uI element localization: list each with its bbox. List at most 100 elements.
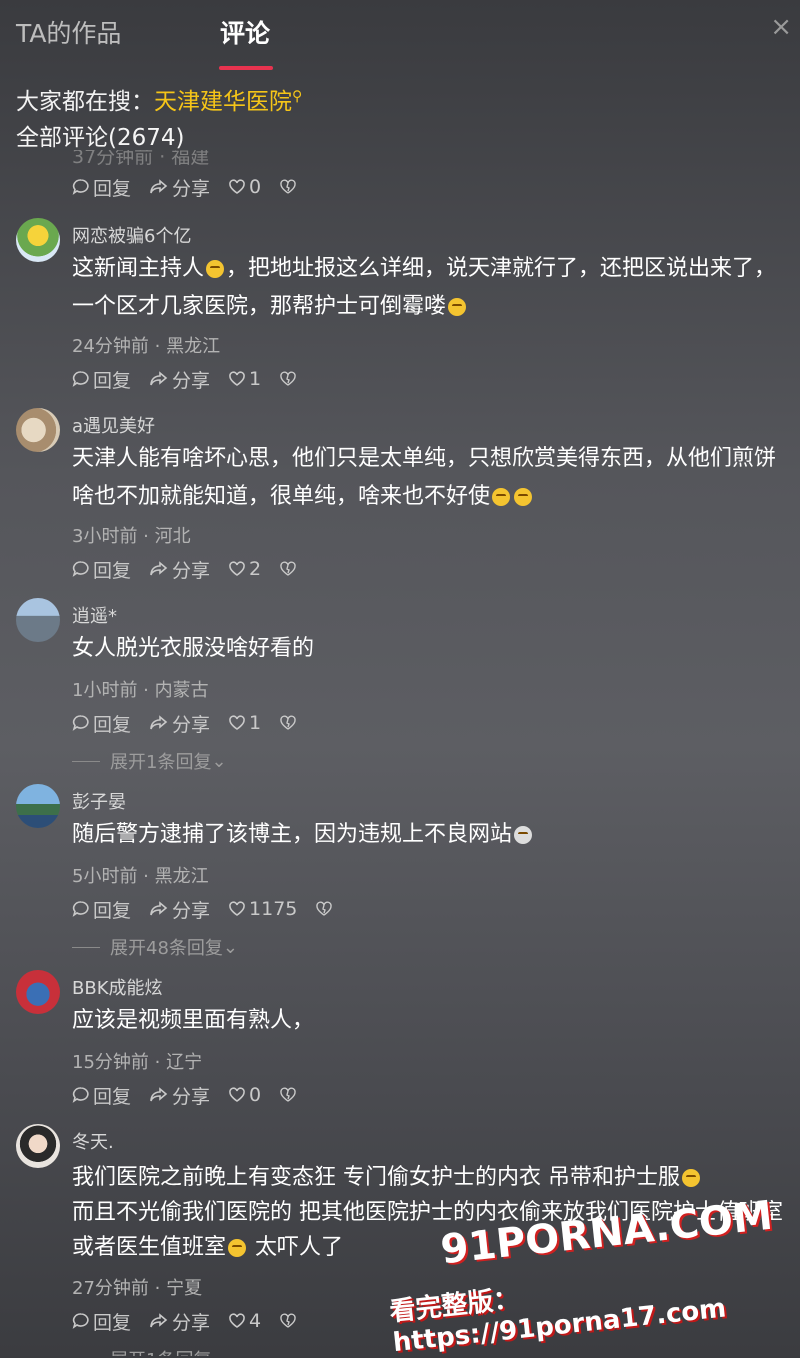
share-button[interactable]: 分享 <box>149 710 210 737</box>
share-button[interactable]: 分享 <box>149 1308 210 1335</box>
heart-icon <box>229 1087 245 1102</box>
like-button[interactable]: 1175 <box>228 898 297 920</box>
avatar[interactable] <box>16 408 60 452</box>
share-icon <box>150 371 168 386</box>
comment-actions: 回复 分享 1 <box>72 366 318 392</box>
comment-meta: 5小时前 · 黑龙江 <box>72 866 209 887</box>
broken-heart-icon <box>280 561 296 576</box>
dislike-button[interactable] <box>279 371 300 387</box>
comment-actions: 回复 分享 1175 <box>72 896 354 922</box>
comment-meta: 3小时前 · 河北 <box>72 526 191 547</box>
dislike-button[interactable] <box>315 901 336 917</box>
like-button[interactable]: 1 <box>228 368 261 390</box>
active-tab-indicator <box>219 66 273 70</box>
comment-actions: 回复 分享 2 <box>72 556 318 582</box>
share-button[interactable]: 分享 <box>149 556 210 583</box>
share-button[interactable]: 分享 <box>149 896 210 923</box>
emoji-icon <box>448 298 467 316</box>
broken-heart-icon <box>280 1087 296 1102</box>
expand-replies-button[interactable]: 展开1条回复⌄ <box>72 1346 227 1357</box>
reply-button[interactable]: 回复 <box>72 556 131 583</box>
emoji-icon <box>206 260 225 278</box>
share-button[interactable]: 分享 <box>149 1082 210 1109</box>
dislike-button[interactable] <box>279 179 300 195</box>
avatar[interactable] <box>16 1124 60 1168</box>
like-button[interactable]: 1 <box>228 712 261 734</box>
username[interactable]: 逍遥* <box>72 602 117 628</box>
reply-icon <box>72 715 89 731</box>
comment-list[interactable]: 37分钟前 · 福建 回复 分享 0 网恋被骗6个亿 这新闻主持人 ，把地址报这么… <box>0 150 800 1356</box>
heart-icon <box>229 715 245 730</box>
comment-actions: 回复 分享 4 <box>72 1308 318 1334</box>
broken-heart-icon <box>280 715 296 730</box>
dislike-button[interactable] <box>279 715 300 731</box>
heart-icon <box>229 1313 245 1328</box>
expand-replies-button[interactable]: 展开48条回复 ⌄ <box>72 934 238 960</box>
broken-heart-icon <box>316 901 333 916</box>
comment-text: 天津人能有啥坏心思，他们只是太单纯，只想欣赏美得东西，从他们煎饼啥也不加就能知道… <box>72 446 777 509</box>
comment-actions: 回复 分享 1 <box>72 710 318 736</box>
like-button[interactable]: 2 <box>228 558 261 580</box>
search-icon[interactable]: ⚲ <box>292 88 302 104</box>
heart-icon <box>229 561 245 576</box>
avatar[interactable] <box>16 598 60 642</box>
search-hint-prefix: 大家都在搜： <box>16 89 154 115</box>
heart-icon <box>229 371 245 386</box>
username[interactable]: BBK成能炫 <box>72 974 163 1000</box>
share-button[interactable]: 分享 <box>149 366 210 393</box>
like-button[interactable]: 0 <box>228 1084 261 1106</box>
emoji-icon <box>228 1239 247 1257</box>
reply-button[interactable]: 回复 <box>72 1082 131 1109</box>
comment-text: 随后警方逮捕了该博主，因为违规上不良网站 <box>72 816 792 854</box>
reply-icon <box>72 179 89 195</box>
share-icon <box>150 1087 168 1102</box>
comment-meta: 15分钟前 · 辽宁 <box>72 1052 203 1073</box>
username[interactable]: a遇见美好 <box>72 412 155 438</box>
comment-meta: 1小时前 · 内蒙古 <box>72 680 209 701</box>
reply-icon <box>72 1087 89 1103</box>
reply-button[interactable]: 回复 <box>72 896 131 923</box>
like-button[interactable]: 4 <box>228 1310 261 1332</box>
share-button[interactable]: 分享 <box>149 174 210 201</box>
comment-text: 应该是视频里面有熟人， <box>72 1008 315 1033</box>
reply-button[interactable]: 回复 <box>72 1308 131 1335</box>
reply-button[interactable]: 回复 <box>72 174 131 201</box>
tab-comments[interactable]: 评论 <box>220 14 270 50</box>
close-icon[interactable]: × <box>770 12 792 42</box>
dislike-button[interactable] <box>279 1087 300 1103</box>
emoji-icon <box>682 1169 700 1187</box>
comment-text: 这新闻主持人 ，把地址报这么详细，说天津就行了，还把区说出来了，一个区才几家医院，… <box>72 256 777 319</box>
username[interactable]: 网恋被骗6个亿 <box>72 222 191 248</box>
broken-heart-icon <box>280 371 296 386</box>
search-term-link[interactable]: 天津建华医院 <box>154 89 292 115</box>
share-icon <box>150 715 168 730</box>
comment-meta: 24分钟前 · 黑龙江 <box>72 336 221 357</box>
reply-icon <box>72 1313 89 1329</box>
emoji-icon <box>492 488 511 506</box>
comment-actions: 回复 分享 0 <box>72 1082 318 1108</box>
reply-button[interactable]: 回复 <box>72 366 131 393</box>
chevron-down-icon: ⌄ <box>211 1349 226 1357</box>
dislike-button[interactable] <box>279 561 300 577</box>
avatar[interactable] <box>16 218 60 262</box>
like-button[interactable]: 0 <box>228 176 261 198</box>
avatar[interactable] <box>16 970 60 1014</box>
avatar[interactable] <box>16 784 60 828</box>
emoji-icon <box>514 826 533 844</box>
username[interactable]: 彭子晏 <box>72 788 126 814</box>
share-icon <box>150 179 168 194</box>
reply-icon <box>72 561 89 577</box>
share-icon <box>150 1313 168 1328</box>
reply-button[interactable]: 回复 <box>72 710 131 737</box>
partial-comment-meta: 37分钟前 · 福建 <box>72 150 210 168</box>
comment-meta: 27分钟前 · 宁夏 <box>72 1278 203 1299</box>
chevron-down-icon: ⌄ <box>222 936 238 958</box>
comment-actions: 回复 分享 0 <box>72 174 318 200</box>
chevron-down-icon: ⌄ <box>211 750 227 772</box>
top-bar: TA的作品 评论 × <box>0 0 800 70</box>
expand-replies-button[interactable]: 展开1条回复⌄ <box>72 748 227 774</box>
dislike-button[interactable] <box>279 1313 300 1329</box>
tab-works[interactable]: TA的作品 <box>16 14 121 50</box>
username[interactable]: 冬天. <box>72 1128 114 1154</box>
emoji-icon <box>514 488 533 506</box>
